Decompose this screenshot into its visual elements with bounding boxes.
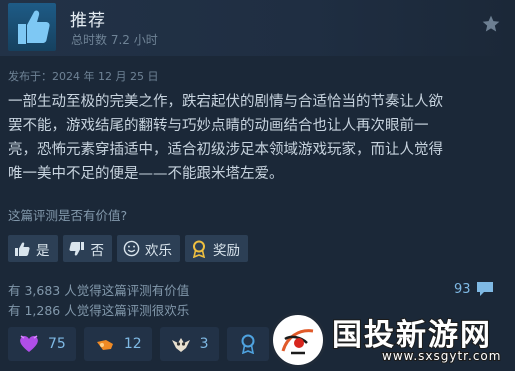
review-line: 一部生动至极的完美之作，跌宕起伏的剧情与合适恰当的节奏让人欲	[8, 94, 443, 110]
thumbs-down-icon	[68, 240, 86, 258]
review-line: 亮，恐怖元素穿插适中，适合初级涉足本领域游戏玩家，而让人觉得	[8, 142, 443, 158]
award-button[interactable]: 奖励	[185, 235, 248, 262]
funny-count: 有 1,286 人觉得这篇评测很欢乐	[8, 303, 190, 318]
vote-no-button[interactable]: 否	[62, 235, 112, 262]
vote-buttons: 是 否 欢乐 奖励	[8, 235, 248, 262]
award-purple-heart[interactable]: 75	[8, 327, 76, 361]
posted-date: 发布于：2024 年 12 月 25 日	[8, 70, 159, 83]
thumbs-up-icon	[18, 10, 50, 44]
helpful-count: 有 3,683 人觉得这篇评测有价值	[8, 283, 190, 298]
thumbs-up-icon	[13, 240, 31, 258]
watermark-logo: 国投新游网 www.sxsgytr.com	[264, 306, 515, 371]
orange-award-icon	[94, 333, 116, 355]
comment-bubble-icon	[476, 282, 493, 296]
award-label: 奖励	[213, 242, 240, 259]
award-ribbon-icon	[190, 240, 208, 258]
review-header: 推荐 总时数 7.2 小时	[0, 0, 515, 56]
vote-funny-button[interactable]: 欢乐	[117, 235, 180, 262]
vote-no-label: 否	[90, 242, 105, 259]
vote-yes-label: 是	[36, 242, 50, 259]
award-orange[interactable]: 12	[83, 327, 152, 361]
award-count: 75	[48, 336, 66, 352]
recommendation-label: 推荐	[70, 11, 106, 31]
vote-funny-label: 欢乐	[145, 242, 172, 259]
star-icon[interactable]	[481, 14, 501, 34]
award-owl[interactable]: 3	[159, 327, 219, 361]
helpful-question: 这篇评测是否有价值?	[8, 208, 128, 223]
purple-heart-icon	[18, 333, 40, 355]
comment-count: 93	[454, 281, 471, 297]
owl-award-icon	[170, 333, 192, 355]
award-count: 3	[199, 336, 209, 352]
review-line: 罢不能，游戏结尾的翻转与巧妙点睛的动画结合也让人再次眼前一	[8, 118, 429, 134]
award-ribbon[interactable]	[226, 327, 269, 361]
watermark-url: www.sxsgytr.com	[381, 348, 502, 364]
vote-yes-button[interactable]: 是	[8, 235, 58, 262]
watermark-text: 国投新游网	[331, 317, 492, 354]
comments-link[interactable]: 93	[454, 280, 495, 298]
smiley-icon	[122, 240, 140, 258]
awards-row: 75 12 3	[8, 327, 269, 361]
award-ribbon-icon	[237, 333, 259, 355]
award-count: 12	[123, 336, 142, 352]
recommendation-badge	[8, 3, 56, 51]
review-line: 唯一美中不足的便是——不能跟米塔左爱。	[8, 166, 284, 182]
watermark-emblem	[270, 312, 326, 368]
playtime-hours: 总时数 7.2 小时	[71, 33, 158, 47]
review-body: 一部生动至极的完美之作，跌宕起伏的剧情与合适恰当的节奏让人欲 罢不能，游戏结尾的…	[8, 90, 505, 186]
